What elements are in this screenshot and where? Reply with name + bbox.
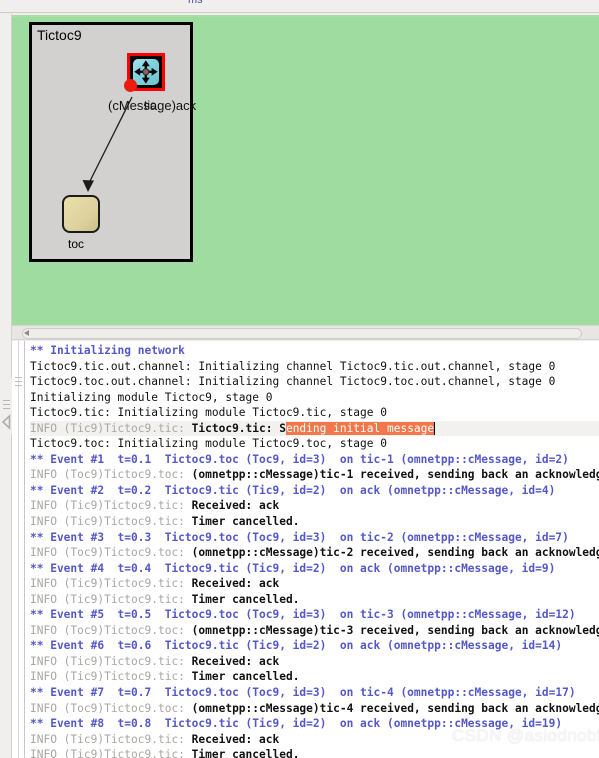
network-animation-canvas[interactable]: Tictoc9 tic (cMessage)ack toc (12, 15, 599, 325)
log-segment-plain: Tictoc9.toc: Initializing module Tictoc9… (30, 437, 387, 451)
log-segment-body: Received: ack (191, 732, 280, 746)
canvas-scrollbar-thumb[interactable] (22, 328, 582, 339)
log-line[interactable]: ** Event #1 t=0.1 Tictoc9.toc (Toc9, id=… (30, 452, 599, 468)
log-segment-info: INFO (Tic9)Tictoc9.tic: (30, 515, 192, 529)
log-line[interactable]: ** Event #7 t=0.7 Tictoc9.toc (Toc9, id=… (30, 685, 599, 701)
log-segment-selected: ending initial message (285, 421, 435, 435)
log-segment-event: ** Initializing network (30, 344, 185, 357)
log-line[interactable]: INFO (Toc9)Tictoc9.toc: (omnetpp::cMessa… (30, 545, 599, 561)
log-segment-info: INFO (Toc9)Tictoc9.toc: (30, 701, 192, 715)
log-segment-info: INFO (Tic9)Tictoc9.tic: (30, 654, 192, 668)
log-segment-plain: Tictoc9.tic.out.channel: Initializing ch… (30, 359, 556, 373)
log-line[interactable]: INFO (Tic9)Tictoc9.tic: Received: ack (30, 732, 599, 748)
log-line[interactable]: INFO (Toc9)Tictoc9.toc: (omnetpp::cMessa… (30, 623, 599, 639)
log-segment-info: INFO (Toc9)Tictoc9.toc: (30, 468, 192, 482)
log-segment-info: INFO (Tic9)Tictoc9.tic: (30, 732, 192, 746)
log-line[interactable]: INFO (Tic9)Tictoc9.tic: Timer cancelled. (30, 669, 599, 685)
simulation-log-panel[interactable]: ** Initializing network Tictoc9.tic.out.c… (12, 341, 599, 758)
log-segment-info: INFO (Tic9)Tictoc9.tic: (30, 670, 192, 684)
log-segment-body: Timer cancelled. (191, 515, 300, 529)
log-line[interactable]: Tictoc9.toc.out.channel: Initializing ch… (30, 374, 599, 390)
log-line[interactable]: ** Event #3 t=0.3 Tictoc9.toc (Toc9, id=… (30, 530, 599, 546)
log-line[interactable]: INFO (Tic9)Tictoc9.tic: Received: ack (30, 654, 599, 670)
log-left-rail (12, 341, 25, 758)
log-line-list[interactable]: ** Initializing network Tictoc9.tic.out.c… (30, 343, 599, 758)
log-line[interactable]: ** Event #2 t=0.2 Tictoc9.tic (Tic9, id=… (30, 483, 599, 499)
log-segment-body: Tictoc9.tic: S (191, 421, 286, 435)
log-segment-event: ** Event #3 t=0.3 Tictoc9.toc (Toc9, id=… (30, 530, 569, 544)
top-divider (0, 12, 599, 13)
log-line[interactable]: Tictoc9.tic: Initializing module Tictoc9… (30, 405, 599, 421)
window-top-strip: ms (0, 0, 599, 14)
log-segment-body: (omnetpp::cMessage)tic-1 received, sendi… (191, 468, 599, 482)
log-segment-event: ** Event #7 t=0.7 Tictoc9.toc (Toc9, id=… (30, 686, 576, 700)
message-dot (124, 79, 137, 92)
splitter-grip-icon (3, 400, 10, 412)
canvas-top-edge (12, 15, 599, 17)
log-line[interactable]: ** Event #8 t=0.8 Tictoc9.tic (Tic9, id=… (30, 716, 599, 732)
log-line[interactable]: INFO (Tic9)Tictoc9.tic: Received: ack (30, 498, 599, 514)
log-segment-event: ** Event #4 t=0.4 Tictoc9.tic (Tic9, id=… (30, 561, 556, 575)
module-toc-label: toc (68, 237, 85, 251)
log-segment-body: (omnetpp::cMessage)tic-4 received, sendi… (191, 701, 599, 715)
message-trajectory-arrow (82, 96, 133, 192)
log-segment-event: ** Event #5 t=0.5 Tictoc9.toc (Toc9, id=… (30, 608, 576, 622)
log-segment-event: ** Event #6 t=0.6 Tictoc9.tic (Tic9, id=… (30, 639, 563, 653)
log-line[interactable]: INFO (Tic9)Tictoc9.tic: Timer cancelled. (30, 592, 599, 608)
triangle-left-icon[interactable] (24, 330, 29, 336)
log-segment-body: Timer cancelled. (191, 592, 300, 606)
canvas-horizontal-scrollbar[interactable] (12, 325, 599, 340)
log-line[interactable]: INFO (Tic9)Tictoc9.tic: Timer cancelled. (30, 514, 599, 530)
log-line[interactable]: ** Event #5 t=0.5 Tictoc9.toc (Toc9, id=… (30, 607, 599, 623)
module-tic[interactable]: tic (cMessage)ack (108, 53, 196, 113)
log-segment-body: (omnetpp::cMessage)tic-2 received, sendi… (191, 546, 599, 560)
log-segment-body: (omnetpp::cMessage)tic-3 received, sendi… (191, 623, 599, 637)
log-segment-info: INFO (Tic9)Tictoc9.tic: (30, 748, 192, 758)
log-line[interactable]: Tictoc9.tic.out.channel: Initializing ch… (30, 359, 599, 375)
log-segment-body: Received: ack (191, 577, 280, 591)
compound-module-tictoc9[interactable]: Tictoc9 tic (cMessage)ack toc (29, 22, 196, 262)
panel-splitter-sash[interactable] (0, 378, 12, 434)
log-segment-plain: Initializing module Tictoc9, stage 0 (30, 390, 273, 404)
log-line[interactable]: INFO (Toc9)Tictoc9.toc: (omnetpp::cMessa… (30, 467, 599, 483)
log-line[interactable]: Tictoc9.toc: Initializing module Tictoc9… (30, 436, 599, 452)
module-toc[interactable] (62, 195, 100, 233)
log-line[interactable]: ** Initializing network (30, 343, 599, 359)
log-line[interactable]: ** Event #6 t=0.6 Tictoc9.tic (Tic9, id=… (30, 638, 599, 654)
log-rail-grip (15, 377, 22, 387)
compound-module-label: Tictoc9 (37, 27, 82, 43)
log-segment-body: Timer cancelled. (191, 670, 300, 684)
log-segment-info: INFO (Tic9)Tictoc9.tic: (30, 499, 192, 513)
log-line[interactable]: INFO (Tic9)Tictoc9.tic: Received: ack (30, 576, 599, 592)
collapse-arrow-icon[interactable] (1, 414, 12, 430)
log-segment-info: INFO (Tic9)Tictoc9.tic: (30, 592, 192, 606)
log-segment-event: ** Event #8 t=0.8 Tictoc9.tic (Tic9, id=… (30, 717, 563, 731)
log-segment-body: Received: ack (191, 499, 280, 513)
message-label: (cMessage)ack (108, 98, 197, 113)
log-segment-body: Received: ack (191, 654, 280, 668)
clipped-toolbar-text: ms (188, 0, 203, 6)
log-segment-plain: Tictoc9.toc.out.channel: Initializing ch… (30, 375, 556, 389)
log-segment-event: ** Event #2 t=0.2 Tictoc9.tic (Tic9, id=… (30, 483, 556, 497)
log-line[interactable]: INFO (Tic9)Tictoc9.tic: Tictoc9.tic: Sen… (30, 420, 599, 437)
log-line[interactable]: INFO (Tic9)Tictoc9.tic: Timer cancelled. (30, 747, 599, 758)
log-left-rail-divider (18, 341, 19, 758)
log-segment-plain: Tictoc9.tic: Initializing module Tictoc9… (30, 406, 387, 420)
log-segment-info: INFO (Toc9)Tictoc9.toc: (30, 546, 192, 560)
log-segment-info: INFO (Tic9)Tictoc9.tic: (30, 421, 192, 435)
log-line[interactable]: INFO (Toc9)Tictoc9.toc: (omnetpp::cMessa… (30, 701, 599, 717)
log-segment-info: INFO (Toc9)Tictoc9.toc: (30, 623, 192, 637)
log-line[interactable]: ** Event #4 t=0.4 Tictoc9.tic (Tic9, id=… (30, 561, 599, 577)
log-segment-event: ** Event #1 t=0.1 Tictoc9.toc (Toc9, id=… (30, 452, 569, 466)
log-line[interactable]: Initializing module Tictoc9, stage 0 (30, 390, 599, 406)
log-segment-body: Timer cancelled. (191, 748, 300, 758)
log-segment-info: INFO (Tic9)Tictoc9.tic: (30, 577, 192, 591)
